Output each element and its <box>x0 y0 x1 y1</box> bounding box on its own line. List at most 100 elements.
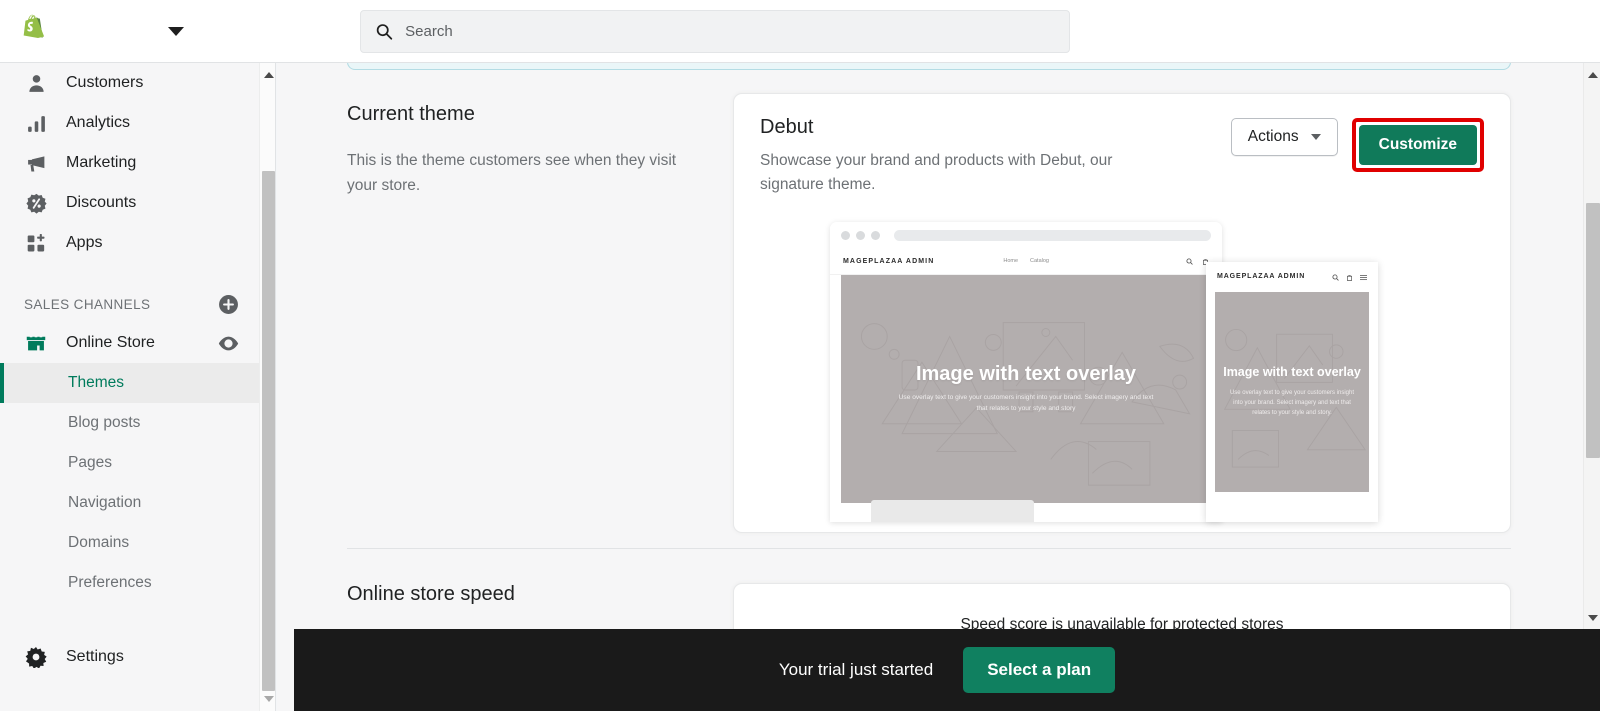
sales-channels-title: SALES CHANNELS <box>24 296 151 312</box>
speed-section-title: Online store speed <box>347 583 515 605</box>
top-bar <box>0 0 1600 63</box>
main-scrollbar-thumb[interactable] <box>1586 203 1600 458</box>
sidebar-item-label: Navigation <box>68 494 142 511</box>
sidebar-item-pages[interactable]: Pages <box>0 443 275 483</box>
chevron-down-icon <box>1310 134 1321 140</box>
theme-name: Debut <box>760 116 814 138</box>
sidebar-scrollbar-thumb[interactable] <box>262 171 275 691</box>
hamburger-menu-icon <box>1360 274 1367 280</box>
sidebar-item-apps[interactable]: Apps <box>0 223 275 263</box>
sidebar-item-preferences[interactable]: Preferences <box>0 563 275 603</box>
sidebar-item-settings[interactable]: Settings <box>0 637 275 677</box>
scroll-down-arrow-icon[interactable] <box>1588 615 1598 621</box>
current-theme-info: Current theme This is the theme customer… <box>347 93 707 533</box>
scroll-up-arrow-icon[interactable] <box>264 72 274 78</box>
mobile-preview-nav: MAGEPLAZAA ADMIN <box>1206 262 1378 292</box>
top-banner-partial <box>347 63 1511 70</box>
sidebar-item-label: Settings <box>66 648 124 665</box>
customize-highlight: Customize <box>1351 118 1484 172</box>
sidebar-item-label: Discounts <box>66 194 137 211</box>
person-icon <box>24 71 48 95</box>
main-content: Current theme This is the theme customer… <box>277 63 1583 711</box>
sidebar-item-label: Themes <box>68 374 124 391</box>
theme-preview: MAGEPLAZAA ADMIN Home Catalog Image with… <box>830 222 1510 532</box>
url-bar <box>894 229 1211 241</box>
actions-button[interactable]: Actions <box>1230 118 1338 156</box>
preview-product-placeholder <box>871 500 1034 522</box>
search-bar[interactable] <box>360 10 1070 53</box>
preview-hero-text: Use overlay text to give your customers … <box>898 394 1154 412</box>
discount-tag-icon <box>24 191 48 215</box>
actions-button-label: Actions <box>1247 128 1299 145</box>
theme-card-header: Debut Showcase your brand and products w… <box>760 116 1484 197</box>
scroll-down-arrow-icon[interactable] <box>264 696 274 702</box>
mobile-preview-brand: MAGEPLAZAA ADMIN <box>1217 272 1306 280</box>
sidebar-item-discounts[interactable]: Discounts <box>0 183 275 223</box>
hero-line-art-icon <box>860 322 1195 486</box>
sidebar-item-label: Analytics <box>66 114 131 131</box>
sidebar-item-label: Online Store <box>66 334 155 351</box>
cart-icon <box>1347 274 1352 281</box>
preview-brand: MAGEPLAZAA ADMIN <box>843 257 935 265</box>
sales-channels-header: SALES CHANNELS <box>0 285 275 323</box>
storefront-icon <box>24 331 48 355</box>
sidebar-item-marketing[interactable]: Marketing <box>0 143 275 183</box>
sidebar-item-label: Domains <box>68 534 130 551</box>
theme-description: Showcase your brand and products with De… <box>760 152 1113 194</box>
preview-nav-link-catalog: Catalog <box>1030 258 1049 264</box>
page-title: Current theme <box>347 103 475 125</box>
sidebar-item-analytics[interactable]: Analytics <box>0 103 275 143</box>
scroll-up-arrow-icon[interactable] <box>1588 72 1598 78</box>
trial-message: Your trial just started <box>778 660 934 679</box>
sidebar-item-online-store[interactable]: Online Store <box>0 323 275 363</box>
sidebar-scrollbar[interactable] <box>259 63 275 711</box>
shopify-bag-logo-icon <box>23 14 45 38</box>
sidebar-item-label: Preferences <box>68 574 152 591</box>
sidebar-item-label: Blog posts <box>68 414 141 431</box>
mobile-preview-hero: Image with text overlay Use overlay text… <box>1215 292 1369 492</box>
mobile-preview[interactable]: MAGEPLAZAA ADMIN Image with text overlay… <box>1206 262 1378 522</box>
browser-chrome <box>830 222 1222 248</box>
sidebar-item-label: Apps <box>66 234 103 251</box>
sidebar-item-customers[interactable]: Customers <box>0 63 275 103</box>
preview-hero: Image with text overlay Use overlay text… <box>841 275 1211 503</box>
sidebar-item-domains[interactable]: Domains <box>0 523 275 563</box>
current-theme-description: This is the theme customers see when the… <box>347 152 677 195</box>
preview-nav-link-home: Home <box>1003 258 1019 264</box>
preview-site-nav: MAGEPLAZAA ADMIN Home Catalog <box>830 248 1222 275</box>
mobile-preview-hero-text: Use overlay text to give your customers … <box>1229 390 1355 417</box>
sidebar: Customers Analytics Marketing Discounts … <box>0 63 276 711</box>
sidebar-item-navigation[interactable]: Navigation <box>0 483 275 523</box>
search-icon <box>1186 257 1193 265</box>
search-icon <box>376 24 393 40</box>
mobile-preview-hero-heading: Image with text overlay <box>1223 365 1361 380</box>
bar-chart-icon <box>24 111 48 135</box>
search-icon <box>1332 273 1339 281</box>
trial-banner: Your trial just started Select a plan <box>294 629 1600 711</box>
select-a-plan-button[interactable]: Select a plan <box>963 647 1116 693</box>
gear-icon <box>24 645 48 669</box>
store-switcher[interactable] <box>162 26 184 36</box>
shopify-logo[interactable] <box>0 14 66 48</box>
customize-button[interactable]: Customize <box>1358 125 1477 165</box>
megaphone-icon <box>24 151 48 175</box>
window-dot <box>856 230 865 240</box>
apps-grid-plus-icon <box>24 231 48 255</box>
eye-icon[interactable] <box>218 333 239 354</box>
plus-circle-icon[interactable] <box>218 294 239 315</box>
window-dot <box>841 230 850 240</box>
window-dot <box>871 230 880 240</box>
main-scrollbar[interactable] <box>1583 63 1600 711</box>
chevron-down-icon <box>168 26 184 36</box>
theme-card-actions: Actions Customize <box>1230 116 1484 172</box>
sidebar-item-themes[interactable]: Themes <box>0 363 275 403</box>
sidebar-item-label: Pages <box>68 454 112 471</box>
section-divider <box>347 548 1511 549</box>
search-input[interactable] <box>405 23 1055 40</box>
preview-hero-heading: Image with text overlay <box>915 363 1137 386</box>
current-theme-section: Current theme This is the theme customer… <box>347 93 1511 533</box>
theme-card: Debut Showcase your brand and products w… <box>733 93 1511 533</box>
sidebar-item-blog-posts[interactable]: Blog posts <box>0 403 275 443</box>
desktop-preview[interactable]: MAGEPLAZAA ADMIN Home Catalog Image with… <box>830 222 1222 522</box>
sidebar-item-label: Customers <box>66 74 144 91</box>
